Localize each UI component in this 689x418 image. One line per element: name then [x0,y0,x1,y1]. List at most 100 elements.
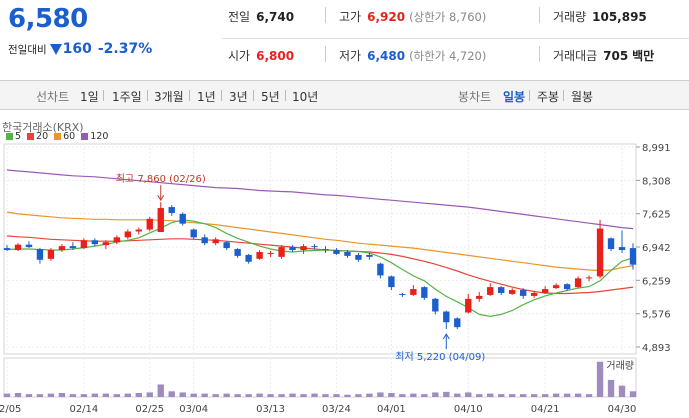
y-tick-label: 6,942 [642,243,671,254]
x-tick-label: 03/04 [179,404,208,415]
candle-body [311,246,318,248]
low-annotation: 최저 5,220 (04/09) [395,351,485,363]
candle [574,276,582,289]
x-tick-label: 04/01 [377,404,406,415]
candle-body [212,239,219,244]
candle-body [146,218,153,230]
volume-bar [124,393,131,397]
candle-body [36,249,44,260]
candle-body [355,254,362,260]
volume-bar [530,394,538,397]
candle-body [69,246,77,249]
candle-body [234,249,241,256]
x-tick-label: 04/30 [608,404,637,415]
volume-bar [113,394,121,397]
candle [618,230,626,253]
volume-bar [256,393,263,397]
price-chart[interactable]: 8,991 8,308 7,625 6,942 6,259 5,576 4,893 02/05… [0,0,689,418]
volume-bar [135,393,142,397]
volume-bar [541,394,549,397]
candle-body [278,247,285,257]
candle-body [267,252,274,254]
candle [333,248,340,255]
volume-bar [157,384,164,397]
candle-body [618,247,626,251]
candle-body [124,231,131,238]
volume-bar [234,394,241,397]
candle-body [541,289,549,293]
candle [552,283,560,290]
volume-bar [311,393,318,397]
volume-bar [36,394,44,397]
volume-bar [344,394,351,397]
y-tick-label: 8,991 [642,143,671,154]
candle [377,262,384,279]
candle [201,234,208,246]
candle-body [157,208,164,232]
candle-body [388,276,395,288]
volume-bar [465,392,472,397]
volume-bar [618,385,626,397]
volume-bar [487,393,494,397]
volume-bar [212,394,219,397]
volume-bar [432,392,439,397]
candle [509,288,516,295]
volume-label: 거래량 [606,360,634,372]
candle [256,250,263,260]
candle-body [585,277,593,279]
volume-bar [168,391,175,397]
candle-body [322,249,329,251]
volume-bar [322,394,329,397]
candle-body [190,229,197,238]
candle [135,227,142,235]
candle-body [432,298,439,312]
volume-bar [629,391,637,397]
candle-body [443,311,450,323]
candle-body [179,213,186,224]
candle-body [399,293,406,295]
volume-bar [278,394,285,397]
candle [245,253,252,264]
candle-body [377,263,384,276]
volume-bar [179,392,186,397]
candle [3,245,11,252]
ma5-line [6,219,634,318]
candle [289,245,296,252]
candle [157,202,164,232]
candle [234,248,241,258]
candle-body [58,246,66,251]
candle-body [607,238,615,250]
candle-body [552,285,560,289]
volume-bar [333,394,340,397]
candle-body [14,244,22,251]
candle-body [509,290,516,294]
volume-bar [607,379,615,397]
volume-bar [14,393,22,397]
candle [168,205,175,216]
volume-bar [25,394,33,397]
candle-body [47,250,55,259]
x-tick-label: 02/14 [69,404,98,415]
candle [36,248,44,264]
volume-bar [102,393,110,397]
volume-bar [91,393,99,397]
candle [432,297,439,315]
volume-bar [454,393,461,397]
x-tick-label: 03/13 [256,404,285,415]
candle-body [596,228,604,277]
volume-bar [399,394,406,397]
volume-bar [190,393,197,397]
candle [410,285,417,296]
candle-body [498,287,505,293]
y-tick-label: 8,308 [642,176,671,187]
candle [443,310,450,330]
high-annotation: 최고 7,860 (02/26) [116,173,206,185]
candle-body [563,284,571,290]
volume-bar [476,394,483,397]
candle [58,244,66,252]
candle [487,283,494,296]
candle [596,219,604,279]
volume-bar [421,394,428,397]
candle-body [300,246,307,251]
candle-body [465,298,472,313]
